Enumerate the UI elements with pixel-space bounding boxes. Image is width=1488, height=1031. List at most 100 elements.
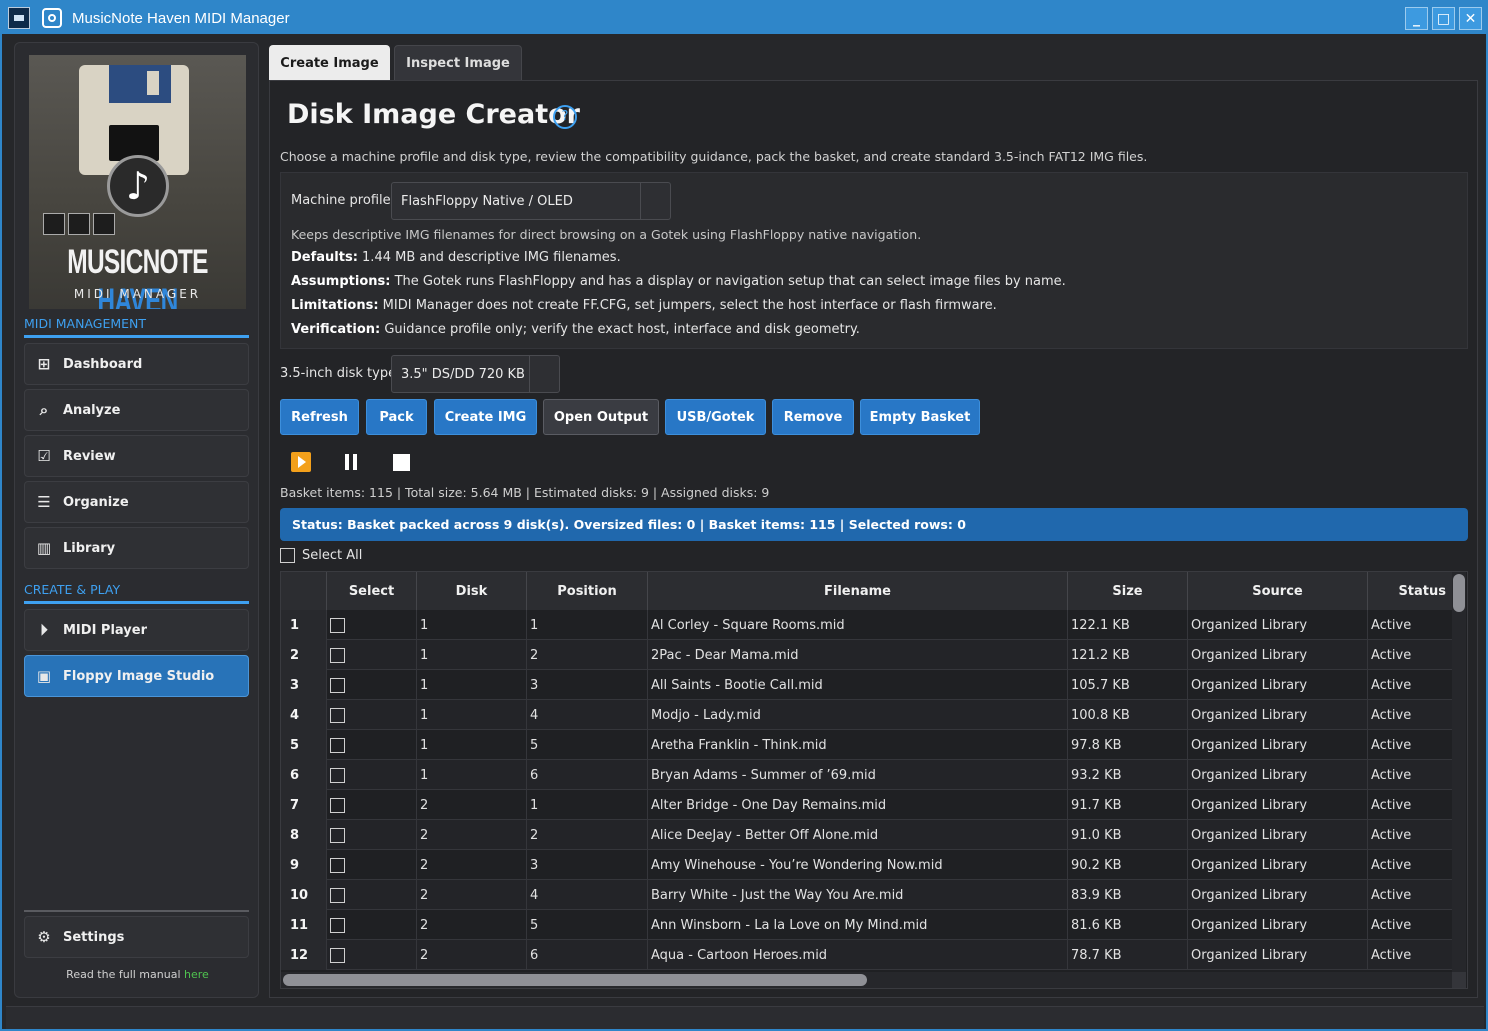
row-select-cell xyxy=(327,700,417,730)
size-cell: 90.2 KB xyxy=(1068,850,1188,880)
column-header-position[interactable]: Position xyxy=(527,572,648,610)
sidebar-item-floppy-image-studio[interactable]: ▣ Floppy Image Studio xyxy=(24,655,249,697)
row-checkbox[interactable] xyxy=(330,917,345,933)
table-row[interactable]: 12 2 6 Aqua - Cartoon Heroes.mid 78.7 KB Orga… xyxy=(281,940,1453,970)
settings-button[interactable]: ⚙ Settings xyxy=(24,916,249,958)
sidebar-item-label: Organize xyxy=(63,494,129,510)
source-cell: Organized Library xyxy=(1188,790,1368,820)
table-row[interactable]: 11 2 5 Ann Winsborn - La la Love on My Mind… xyxy=(281,910,1453,940)
profile-limitations: Limitations: MIDI Manager does not creat… xyxy=(291,298,997,313)
refresh-button[interactable]: Refresh xyxy=(280,399,359,435)
floppy-icon: ▣ xyxy=(36,667,52,685)
table-row[interactable]: 2 1 2 2Pac - Dear Mama.mid 121.2 KB Organized… xyxy=(281,640,1453,670)
position-cell: 2 xyxy=(527,640,648,670)
row-checkbox[interactable] xyxy=(330,887,345,903)
empty-basket-button[interactable]: Empty Basket xyxy=(860,399,980,435)
tab-create-image[interactable]: Create Image xyxy=(269,45,390,81)
column-header-source[interactable]: Source xyxy=(1188,572,1368,610)
horizontal-scrollbar[interactable] xyxy=(281,972,1453,988)
maximize-button[interactable]: □ xyxy=(1432,7,1455,30)
search-icon: ⌕ xyxy=(39,401,49,419)
disk-cell: 1 xyxy=(417,730,527,760)
sidebar-item-review[interactable]: ☑ Review xyxy=(24,435,249,477)
table-row[interactable]: 7 2 1 Alter Bridge - One Day Remains.mid 91.… xyxy=(281,790,1453,820)
manual-link[interactable]: here xyxy=(184,968,209,981)
table-row[interactable]: 5 1 5 Aretha Franklin - Think.mid 97.8 KB Org… xyxy=(281,730,1453,760)
pause-button[interactable] xyxy=(340,451,362,473)
logo-subtitle: MIDI MANAGER xyxy=(73,287,202,301)
filename-cell: Barry White - Just the Way You Are.mid xyxy=(648,880,1068,910)
row-number-header xyxy=(281,572,327,610)
row-checkbox[interactable] xyxy=(330,797,345,813)
row-number: 11 xyxy=(281,910,327,940)
row-checkbox[interactable] xyxy=(330,767,345,783)
checkbox[interactable] xyxy=(280,548,295,563)
status-bar: Status: Basket packed across 9 disk(s). … xyxy=(280,508,1468,541)
stop-icon xyxy=(392,453,410,471)
row-select-cell xyxy=(327,880,417,910)
page-title: Disk Image Creator xyxy=(287,99,580,130)
select-all-checkbox[interactable]: Select All xyxy=(280,548,362,563)
table-row[interactable]: 8 2 2 Alice DeeJay - Better Off Alone.mid 91… xyxy=(281,820,1453,850)
row-checkbox[interactable] xyxy=(330,737,345,753)
machine-profile-label: Machine profile xyxy=(291,193,391,208)
table-row[interactable]: 10 2 4 Barry White - Just the Way You Are.m… xyxy=(281,880,1453,910)
pin-icon[interactable] xyxy=(42,8,62,28)
column-header-disk[interactable]: Disk xyxy=(417,572,527,610)
usb-gotek-button[interactable]: USB/Gotek xyxy=(665,399,766,435)
table-row[interactable]: 6 1 6 Bryan Adams - Summer of ’69.mid 93.2 K… xyxy=(281,760,1453,790)
stop-button[interactable] xyxy=(390,451,412,473)
disk-type-select[interactable]: 3.5" DS/DD 720 KB xyxy=(391,355,560,393)
row-number: 10 xyxy=(281,880,327,910)
section-divider xyxy=(24,335,249,338)
chevron-down-icon[interactable] xyxy=(640,183,670,219)
row-checkbox[interactable] xyxy=(330,707,345,723)
column-header-size[interactable]: Size xyxy=(1068,572,1188,610)
column-header-status[interactable]: Status xyxy=(1368,572,1453,610)
vertical-scrollbar[interactable] xyxy=(1452,572,1466,972)
status-cell: Active xyxy=(1368,910,1453,940)
size-cell: 83.9 KB xyxy=(1068,880,1188,910)
filename-cell: Alter Bridge - One Day Remains.mid xyxy=(648,790,1068,820)
sidebar-item-midi-player[interactable]: ⏵ MIDI Player xyxy=(24,609,249,651)
sidebar-item-organize[interactable]: ☰ Organize xyxy=(24,481,249,523)
tab-inspect-image[interactable]: Inspect Image xyxy=(394,45,522,81)
row-checkbox[interactable] xyxy=(330,677,345,693)
filename-cell: Al Corley - Square Rooms.mid xyxy=(648,610,1068,640)
transport-illustration xyxy=(43,213,115,235)
row-number: 1 xyxy=(281,610,327,640)
minimize-button[interactable]: _ xyxy=(1405,7,1428,30)
table-row[interactable]: 1 1 1 Al Corley - Square Rooms.mid 122.1 KB O… xyxy=(281,610,1453,640)
table-row[interactable]: 3 1 3 All Saints - Bootie Call.mid 105.7 KB O… xyxy=(281,670,1453,700)
row-checkbox[interactable] xyxy=(330,617,345,633)
checkbox-icon: ☑ xyxy=(37,447,51,465)
row-number: 9 xyxy=(281,850,327,880)
disk-cell: 1 xyxy=(417,760,527,790)
create-img-button[interactable]: Create IMG xyxy=(434,399,537,435)
sidebar-item-library[interactable]: ▥ Library xyxy=(24,527,249,569)
play-button[interactable] xyxy=(290,451,312,473)
close-button[interactable]: ✕ xyxy=(1459,7,1482,30)
remove-button[interactable]: Remove xyxy=(772,399,854,435)
column-header-filename[interactable]: Filename xyxy=(648,572,1068,610)
row-select-cell xyxy=(327,940,417,970)
size-cell: 91.7 KB xyxy=(1068,790,1188,820)
select-all-label: Select All xyxy=(302,548,363,563)
table-row[interactable]: 9 2 3 Amy Winehouse - You’re Wondering Now.… xyxy=(281,850,1453,880)
row-checkbox[interactable] xyxy=(330,857,345,873)
row-checkbox[interactable] xyxy=(330,827,345,843)
machine-profile-select[interactable]: FlashFloppy Native / OLED xyxy=(391,182,671,220)
row-checkbox[interactable] xyxy=(330,647,345,663)
sidebar-item-analyze[interactable]: ⌕ Analyze xyxy=(24,389,249,431)
help-icon[interactable]: ? xyxy=(553,105,577,129)
pack-button[interactable]: Pack xyxy=(366,399,427,435)
filename-cell: 2Pac - Dear Mama.mid xyxy=(648,640,1068,670)
column-header-select[interactable]: Select xyxy=(327,572,417,610)
open-output-button[interactable]: Open Output xyxy=(543,399,659,435)
source-cell: Organized Library xyxy=(1188,670,1368,700)
row-checkbox[interactable] xyxy=(330,947,345,963)
row-number: 5 xyxy=(281,730,327,760)
chevron-down-icon[interactable] xyxy=(529,356,559,392)
table-row[interactable]: 4 1 4 Modjo - Lady.mid 100.8 KB Organized Lib… xyxy=(281,700,1453,730)
sidebar-item-dashboard[interactable]: ⊞ Dashboard xyxy=(24,343,249,385)
